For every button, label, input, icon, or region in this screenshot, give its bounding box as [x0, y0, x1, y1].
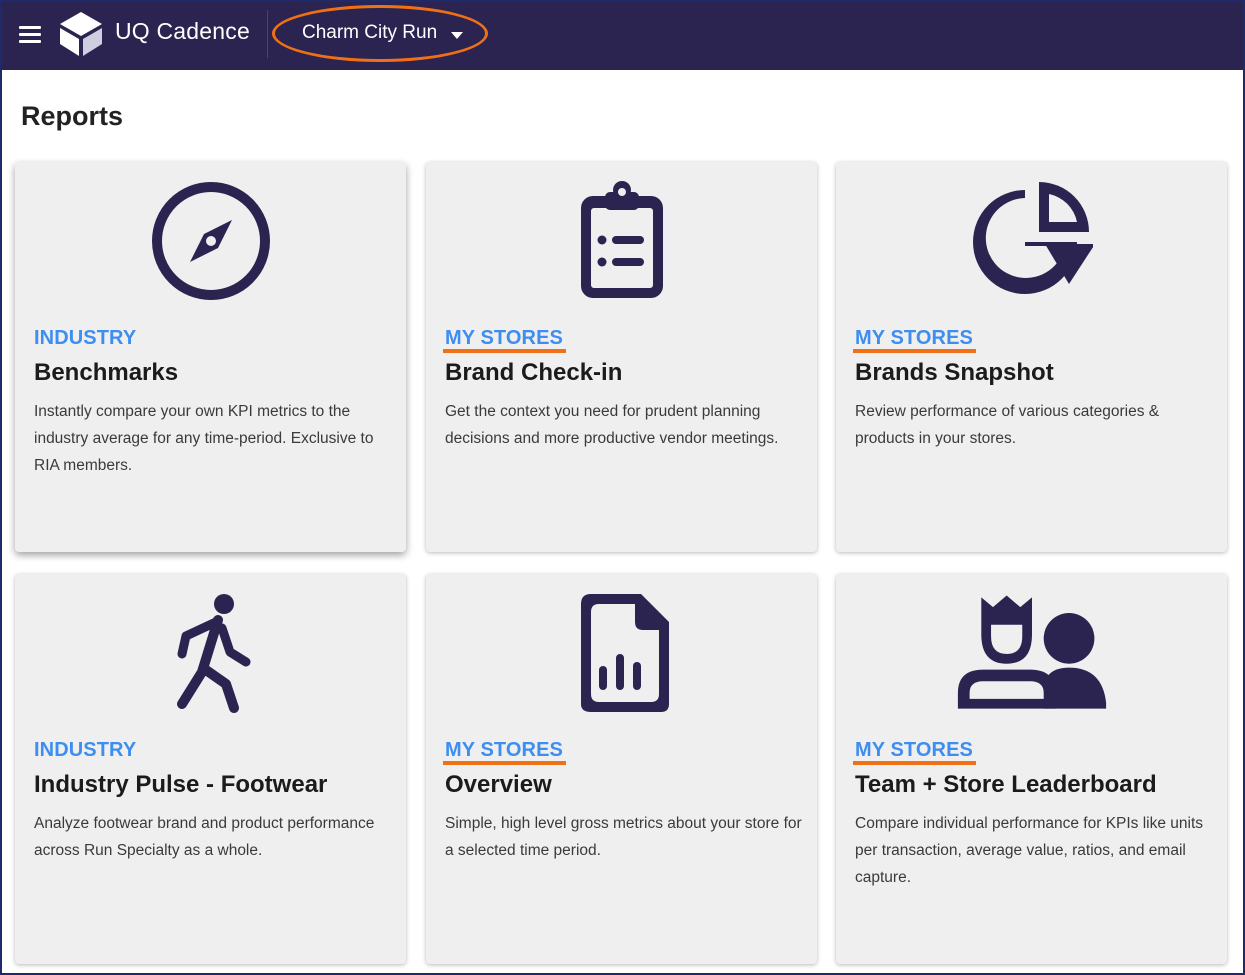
header-divider: [267, 10, 268, 58]
card-title: Benchmarks: [34, 359, 179, 386]
page-title: Reports: [21, 101, 124, 131]
card-category: MY STORES: [853, 739, 976, 765]
card-description: Instantly compare your own KPI metrics t…: [34, 403, 374, 474]
caret-down-icon: [451, 31, 464, 39]
compass-icon: [152, 182, 270, 300]
card-category: INDUSTRY: [34, 739, 137, 761]
report-card-brands-snapshot[interactable]: MY STORES Brands Snapshot Review perform…: [836, 162, 1227, 552]
card-description: Get the context you need for prudent pla…: [445, 403, 779, 447]
uq-cadence-logo[interactable]: [58, 10, 104, 58]
card-description: Review performance of various categories…: [855, 403, 1160, 447]
card-description: Analyze footwear brand and product perfo…: [34, 815, 375, 859]
file-chart-icon: [581, 594, 669, 712]
report-card-industry-pulse-footwear[interactable]: INDUSTRY Industry Pulse - Footwear Analy…: [15, 574, 406, 964]
card-category: INDUSTRY: [34, 327, 137, 349]
walking-person-icon: [177, 594, 251, 713]
store-selector[interactable]: Charm City Run: [292, 14, 473, 52]
store-selector-label: Charm City Run: [302, 22, 438, 43]
card-title: Brands Snapshot: [855, 359, 1054, 386]
pie-chart-icon: [973, 182, 1093, 294]
card-title: Industry Pulse - Footwear: [34, 771, 328, 798]
card-category: MY STORES: [443, 739, 566, 765]
card-title: Overview: [445, 771, 552, 798]
report-card-brand-check-in[interactable]: MY STORES Brand Check-in Get the context…: [426, 162, 817, 552]
app-title[interactable]: UQ Cadence: [115, 18, 250, 45]
card-category: MY STORES: [443, 327, 566, 353]
card-category: MY STORES: [853, 327, 976, 353]
card-title: Team + Store Leaderboard: [855, 771, 1157, 798]
report-card-benchmarks[interactable]: INDUSTRY Benchmarks Instantly compare yo…: [15, 162, 406, 552]
hamburger-menu-icon[interactable]: [16, 20, 46, 50]
top-app-bar: UQ Cadence Charm City Run: [2, 2, 1243, 70]
report-card-overview[interactable]: MY STORES Overview Simple, high level gr…: [426, 574, 817, 964]
card-description: Simple, high level gross metrics about y…: [445, 815, 802, 859]
app-window: UQ Cadence Charm City Run Reports INDUST…: [0, 0, 1245, 975]
clipboard-list-icon: [581, 181, 663, 298]
leaderboard-people-icon: [957, 595, 1107, 709]
card-title: Brand Check-in: [445, 359, 623, 386]
card-description: Compare individual performance for KPIs …: [855, 815, 1204, 886]
report-card-team-store-leaderboard[interactable]: MY STORES Team + Store Leaderboard Compa…: [836, 574, 1227, 964]
